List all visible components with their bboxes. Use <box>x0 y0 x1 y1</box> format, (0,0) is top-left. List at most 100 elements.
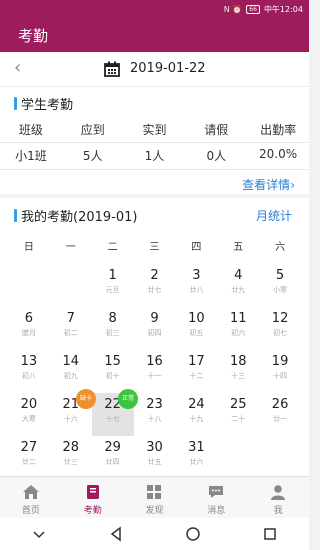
calendar-day[interactable]: 20 大寒 <box>8 393 50 436</box>
student-title-text: 学生考勤 <box>21 98 74 113</box>
value-rate: 20.0% <box>259 147 298 161</box>
calendar-day[interactable]: 9 初四 <box>134 307 176 350</box>
calendar-day[interactable]: 31 廿六 <box>175 436 217 479</box>
lunar-date: 初五 <box>189 329 204 337</box>
calendar-day[interactable]: 8 初三 <box>92 307 134 350</box>
calendar-day[interactable]: 13 初八 <box>8 350 50 393</box>
lunar-date: 廿五 <box>147 458 162 466</box>
person-icon <box>271 485 286 500</box>
student-attendance-title: 学生考勤 <box>14 94 73 113</box>
my-attendance-card: 我的考勤(2019-01) 月统计 日 一 二 三 四 五 六 1 元旦 2 廿七 3 廿八 4 廿九 5 小… <box>0 198 309 476</box>
day-number: 17 <box>188 354 205 369</box>
lunar-date: 初四 <box>147 329 162 337</box>
nav-recents-icon[interactable] <box>262 526 278 542</box>
header-actual: 实到 <box>142 123 167 137</box>
value-class: 小1班 <box>15 149 47 163</box>
view-details-label[interactable]: 查看详情 <box>242 178 290 192</box>
tab-discover-label: 发现 <box>145 506 164 516</box>
calendar-day[interactable]: 6 腊月 <box>8 307 50 350</box>
lunar-date: 十一 <box>147 372 162 380</box>
bottom-tab-bar: 首页 考勤 发现 消息 我 <box>0 476 309 518</box>
tab-discover[interactable]: 发现 <box>124 477 186 518</box>
calendar-day[interactable]: 1 元旦 <box>92 264 134 307</box>
day-number: 2 <box>150 268 159 283</box>
calendar-day[interactable]: 5 小寒 <box>259 264 301 307</box>
lunar-date: 初九 <box>63 372 78 380</box>
lunar-date: 十七 <box>105 415 120 423</box>
tab-home[interactable]: 首页 <box>0 477 62 518</box>
lunar-date: 廿八 <box>189 286 204 294</box>
nav-down-icon[interactable] <box>31 526 47 542</box>
day-number: 7 <box>66 311 75 326</box>
lunar-date: 十四 <box>273 372 288 380</box>
calendar-day[interactable]: 15 初十 <box>92 350 134 393</box>
tab-messages[interactable]: 消息 <box>185 477 247 518</box>
lunar-date: 廿六 <box>189 458 204 466</box>
day-number: 9 <box>150 311 159 326</box>
day-number: 31 <box>188 440 205 455</box>
calendar-day[interactable]: 24 十九 <box>175 393 217 436</box>
tab-me-label: 我 <box>273 506 283 516</box>
header-leave: 请假 <box>204 123 229 137</box>
calendar-day[interactable]: 16 十一 <box>134 350 176 393</box>
calendar-day[interactable]: 7 初二 <box>50 307 92 350</box>
day-number: 13 <box>20 354 38 369</box>
book-icon <box>86 485 99 499</box>
lunar-date: 初三 <box>105 329 120 337</box>
current-date[interactable]: 2019-01-22 <box>130 61 206 76</box>
calendar-day[interactable]: 25 二十 <box>217 393 259 436</box>
battery-icon: 66 <box>246 4 260 14</box>
calendar-day[interactable]: 30 廿五 <box>134 436 176 479</box>
calendar-day[interactable]: 3 廿八 <box>175 264 217 307</box>
stats-value-row: 小1班 5人 1人 0人 20.0% <box>0 147 309 164</box>
day-number: 6 <box>24 311 34 326</box>
calendar-day[interactable]: 18 十三 <box>217 350 259 393</box>
page-title: 考勤 <box>18 26 49 45</box>
monthly-stats-button[interactable]: 月统计 <box>256 207 292 224</box>
day-number: 16 <box>146 354 163 369</box>
value-leave: 0人 <box>206 149 227 163</box>
weekday-label: 五 <box>233 242 244 253</box>
tab-messages-label: 消息 <box>207 506 226 516</box>
lunar-date: 廿三 <box>63 458 78 466</box>
nav-back-icon[interactable] <box>108 526 124 542</box>
calendar-day[interactable]: 26 廿一 <box>259 393 301 436</box>
lunar-date: 大寒 <box>21 415 36 423</box>
grid-icon <box>147 485 162 499</box>
day-number: 14 <box>62 354 80 369</box>
view-details-link[interactable]: 查看详情› <box>242 176 295 193</box>
tab-me[interactable]: 我 <box>247 477 309 518</box>
calendar-day[interactable]: 4 廿九 <box>217 264 259 307</box>
weekday-label: 三 <box>149 242 160 253</box>
calendar-day[interactable]: 14 初九 <box>50 350 92 393</box>
calendar-day[interactable]: 11 初六 <box>217 307 259 350</box>
calendar-day[interactable]: 23 十八 <box>134 393 176 436</box>
weekday-label: 四 <box>191 242 202 253</box>
day-number: 27 <box>20 440 38 455</box>
lunar-date: 初六 <box>231 329 246 337</box>
calendar-grid: 1 元旦 2 廿七 3 廿八 4 廿九 5 小寒 6 腊月 7 初二 8 初三 9 初四 10 初五 11 初六 12 初七 1… <box>8 264 301 479</box>
calendar-day[interactable]: 27 廿二 <box>8 436 50 479</box>
calendar-day[interactable]: 2 廿七 <box>134 264 176 307</box>
calendar-day[interactable]: 17 十二 <box>175 350 217 393</box>
day-number: 3 <box>192 268 201 283</box>
header-rate: 出勤率 <box>260 123 297 137</box>
nav-home-icon[interactable] <box>185 526 201 542</box>
my-attendance-title: 我的考勤(2019-01) <box>14 206 137 225</box>
calendar-day[interactable]: 12 初七 <box>259 307 301 350</box>
day-number: 29 <box>104 440 121 455</box>
back-icon[interactable]: ‹ <box>14 57 21 78</box>
calendar-day[interactable]: 29 廿四 <box>92 436 134 479</box>
day-number: 30 <box>146 440 163 455</box>
day-number: 20 <box>20 397 38 412</box>
calendar-icon[interactable] <box>104 61 120 77</box>
calendar-day[interactable]: 19 十四 <box>259 350 301 393</box>
calendar-day[interactable]: 10 初五 <box>175 307 217 350</box>
my-title-text: 我的考勤(2019-01) <box>21 210 138 225</box>
weekday-label: 日 <box>23 242 34 253</box>
calendar-day[interactable]: 28 廿三 <box>50 436 92 479</box>
day-number: 1 <box>108 268 117 283</box>
day-number: 26 <box>271 397 289 412</box>
lunar-date: 初七 <box>273 329 288 337</box>
tab-attendance[interactable]: 考勤 <box>62 477 124 518</box>
